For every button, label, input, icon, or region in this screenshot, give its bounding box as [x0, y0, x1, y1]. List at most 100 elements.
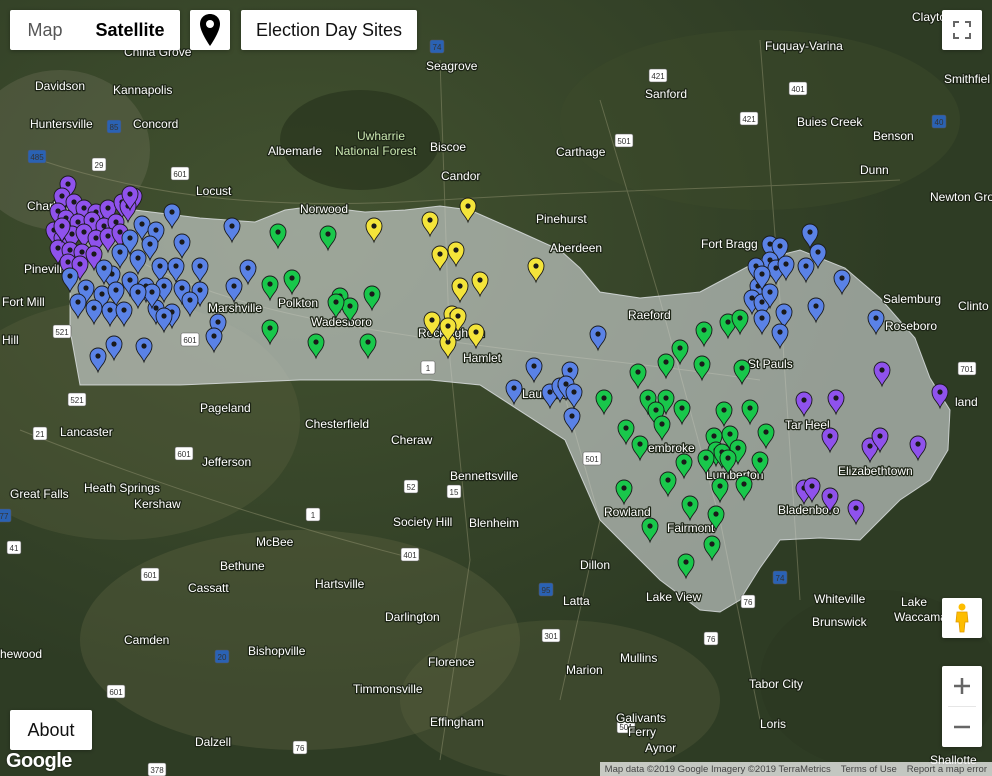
site-marker-yellow[interactable]: [527, 257, 545, 284]
site-marker-green[interactable]: [631, 435, 649, 462]
site-marker-blue[interactable]: [173, 233, 191, 260]
site-marker-blue[interactable]: [225, 277, 243, 304]
site-marker-blue[interactable]: [771, 323, 789, 350]
site-marker-green[interactable]: [697, 449, 715, 476]
fullscreen-button[interactable]: [942, 10, 982, 50]
site-marker-green[interactable]: [735, 475, 753, 502]
site-marker-green[interactable]: [283, 269, 301, 296]
site-marker-blue[interactable]: [111, 243, 129, 270]
site-marker-yellow[interactable]: [451, 277, 469, 304]
site-marker-green[interactable]: [693, 355, 711, 382]
site-marker-green[interactable]: [269, 223, 287, 250]
site-marker-green[interactable]: [653, 415, 671, 442]
site-marker-blue[interactable]: [833, 269, 851, 296]
site-marker-yellow[interactable]: [459, 197, 477, 224]
site-marker-green[interactable]: [757, 423, 775, 450]
site-marker-purple[interactable]: [827, 389, 845, 416]
site-marker-green[interactable]: [715, 401, 733, 428]
site-marker-green[interactable]: [307, 333, 325, 360]
site-marker-blue[interactable]: [239, 259, 257, 286]
google-logo[interactable]: Google: [6, 750, 72, 773]
site-marker-green[interactable]: [641, 517, 659, 544]
site-marker-green[interactable]: [675, 453, 693, 480]
site-marker-blue[interactable]: [867, 309, 885, 336]
site-marker-purple[interactable]: [821, 487, 839, 514]
street-view-pegman[interactable]: [942, 598, 982, 638]
site-marker-green[interactable]: [657, 353, 675, 380]
site-markers[interactable]: [0, 0, 992, 776]
site-marker-purple[interactable]: [909, 435, 927, 462]
site-marker-yellow[interactable]: [431, 245, 449, 272]
site-marker-purple[interactable]: [847, 499, 865, 526]
site-marker-blue[interactable]: [565, 383, 583, 410]
site-marker-yellow[interactable]: [471, 271, 489, 298]
site-marker-yellow[interactable]: [365, 217, 383, 244]
site-marker-blue[interactable]: [191, 257, 209, 284]
site-marker-yellow[interactable]: [447, 241, 465, 268]
site-marker-green[interactable]: [327, 293, 345, 320]
location-button[interactable]: [190, 10, 230, 50]
site-marker-green[interactable]: [261, 275, 279, 302]
about-button[interactable]: About: [10, 710, 92, 750]
site-marker-yellow[interactable]: [467, 323, 485, 350]
site-marker-green[interactable]: [703, 535, 721, 562]
site-marker-green[interactable]: [741, 399, 759, 426]
site-marker-purple[interactable]: [873, 361, 891, 388]
site-marker-blue[interactable]: [85, 299, 103, 326]
site-marker-green[interactable]: [659, 471, 677, 498]
site-marker-blue[interactable]: [797, 257, 815, 284]
site-marker-blue[interactable]: [205, 327, 223, 354]
site-marker-blue[interactable]: [223, 217, 241, 244]
election-day-sites-button[interactable]: Election Day Sites: [241, 10, 417, 50]
site-marker-blue[interactable]: [115, 301, 133, 328]
site-marker-blue[interactable]: [129, 249, 147, 276]
site-marker-green[interactable]: [359, 333, 377, 360]
site-marker-green[interactable]: [319, 225, 337, 252]
site-marker-yellow[interactable]: [421, 211, 439, 238]
site-marker-green[interactable]: [711, 477, 729, 504]
site-marker-green[interactable]: [677, 553, 695, 580]
site-marker-blue[interactable]: [525, 357, 543, 384]
site-marker-blue[interactable]: [89, 347, 107, 374]
site-marker-green[interactable]: [595, 389, 613, 416]
site-marker-purple[interactable]: [931, 383, 949, 410]
map-canvas[interactable]: 74 421 85 485 29 601 501 421 401 40 521 601 1 521 21 60…: [0, 0, 992, 776]
site-marker-blue[interactable]: [101, 301, 119, 328]
site-marker-blue[interactable]: [505, 379, 523, 406]
site-marker-blue[interactable]: [807, 297, 825, 324]
site-marker-green[interactable]: [671, 339, 689, 366]
map-type-satellite-button[interactable]: Satellite: [80, 10, 180, 50]
site-marker-blue[interactable]: [129, 283, 147, 310]
site-marker-blue[interactable]: [163, 203, 181, 230]
site-marker-green[interactable]: [695, 321, 713, 348]
site-marker-blue[interactable]: [105, 335, 123, 362]
site-marker-blue[interactable]: [589, 325, 607, 352]
site-marker-green[interactable]: [363, 285, 381, 312]
site-marker-green[interactable]: [681, 495, 699, 522]
site-marker-green[interactable]: [629, 363, 647, 390]
zoom-out-button[interactable]: [942, 707, 982, 747]
site-marker-green[interactable]: [733, 359, 751, 386]
site-marker-blue[interactable]: [69, 293, 87, 320]
site-marker-green[interactable]: [615, 479, 633, 506]
site-marker-purple[interactable]: [821, 427, 839, 454]
site-marker-green[interactable]: [751, 451, 769, 478]
site-marker-blue[interactable]: [135, 337, 153, 364]
site-marker-green[interactable]: [707, 505, 725, 532]
site-marker-blue[interactable]: [563, 407, 581, 434]
site-marker-green[interactable]: [719, 449, 737, 476]
site-marker-blue[interactable]: [753, 309, 771, 336]
site-marker-green[interactable]: [617, 419, 635, 446]
report-map-error-link[interactable]: Report a map error: [902, 764, 992, 775]
site-marker-green[interactable]: [731, 309, 749, 336]
site-marker-purple[interactable]: [795, 391, 813, 418]
site-marker-blue[interactable]: [167, 257, 185, 284]
map-type-map-button[interactable]: Map: [10, 10, 80, 50]
terms-of-use-link[interactable]: Terms of Use: [836, 764, 902, 775]
site-marker-green[interactable]: [673, 399, 691, 426]
site-marker-blue[interactable]: [181, 291, 199, 318]
site-marker-yellow[interactable]: [423, 311, 441, 338]
site-marker-blue[interactable]: [155, 307, 173, 334]
site-marker-green[interactable]: [261, 319, 279, 346]
zoom-in-button[interactable]: [942, 666, 982, 706]
